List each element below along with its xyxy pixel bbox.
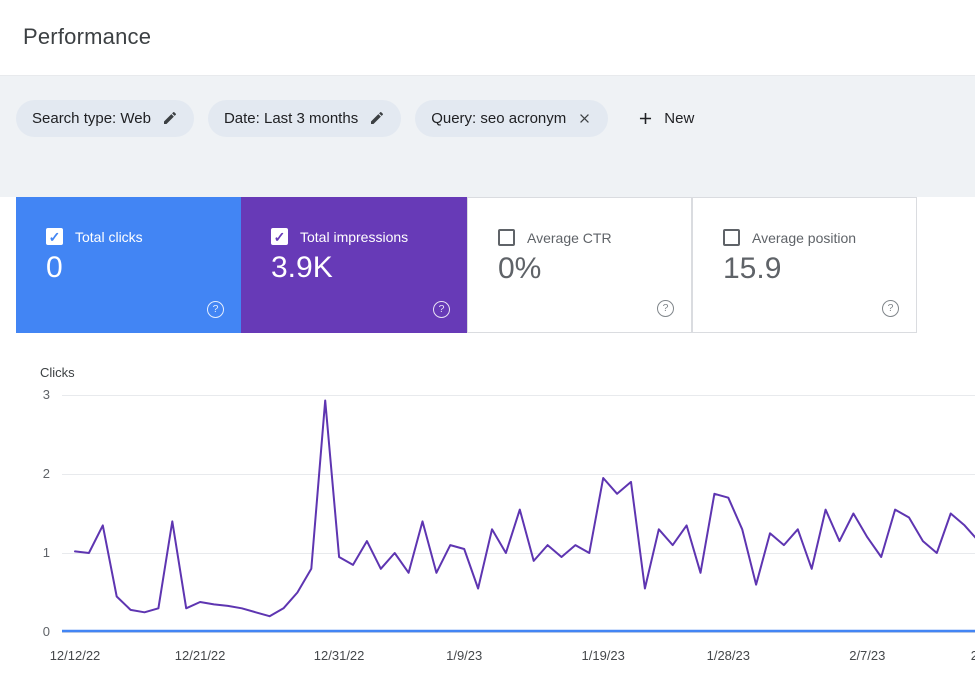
search-console-performance-page: Performance Search type: Web Date: Last … bbox=[0, 0, 975, 691]
performance-chart-lines[interactable] bbox=[0, 0, 975, 691]
series-line-total-impressions bbox=[75, 401, 975, 617]
clicks-chart: Clicks 012312/12/2212/21/2212/31/221/9/2… bbox=[0, 0, 975, 691]
